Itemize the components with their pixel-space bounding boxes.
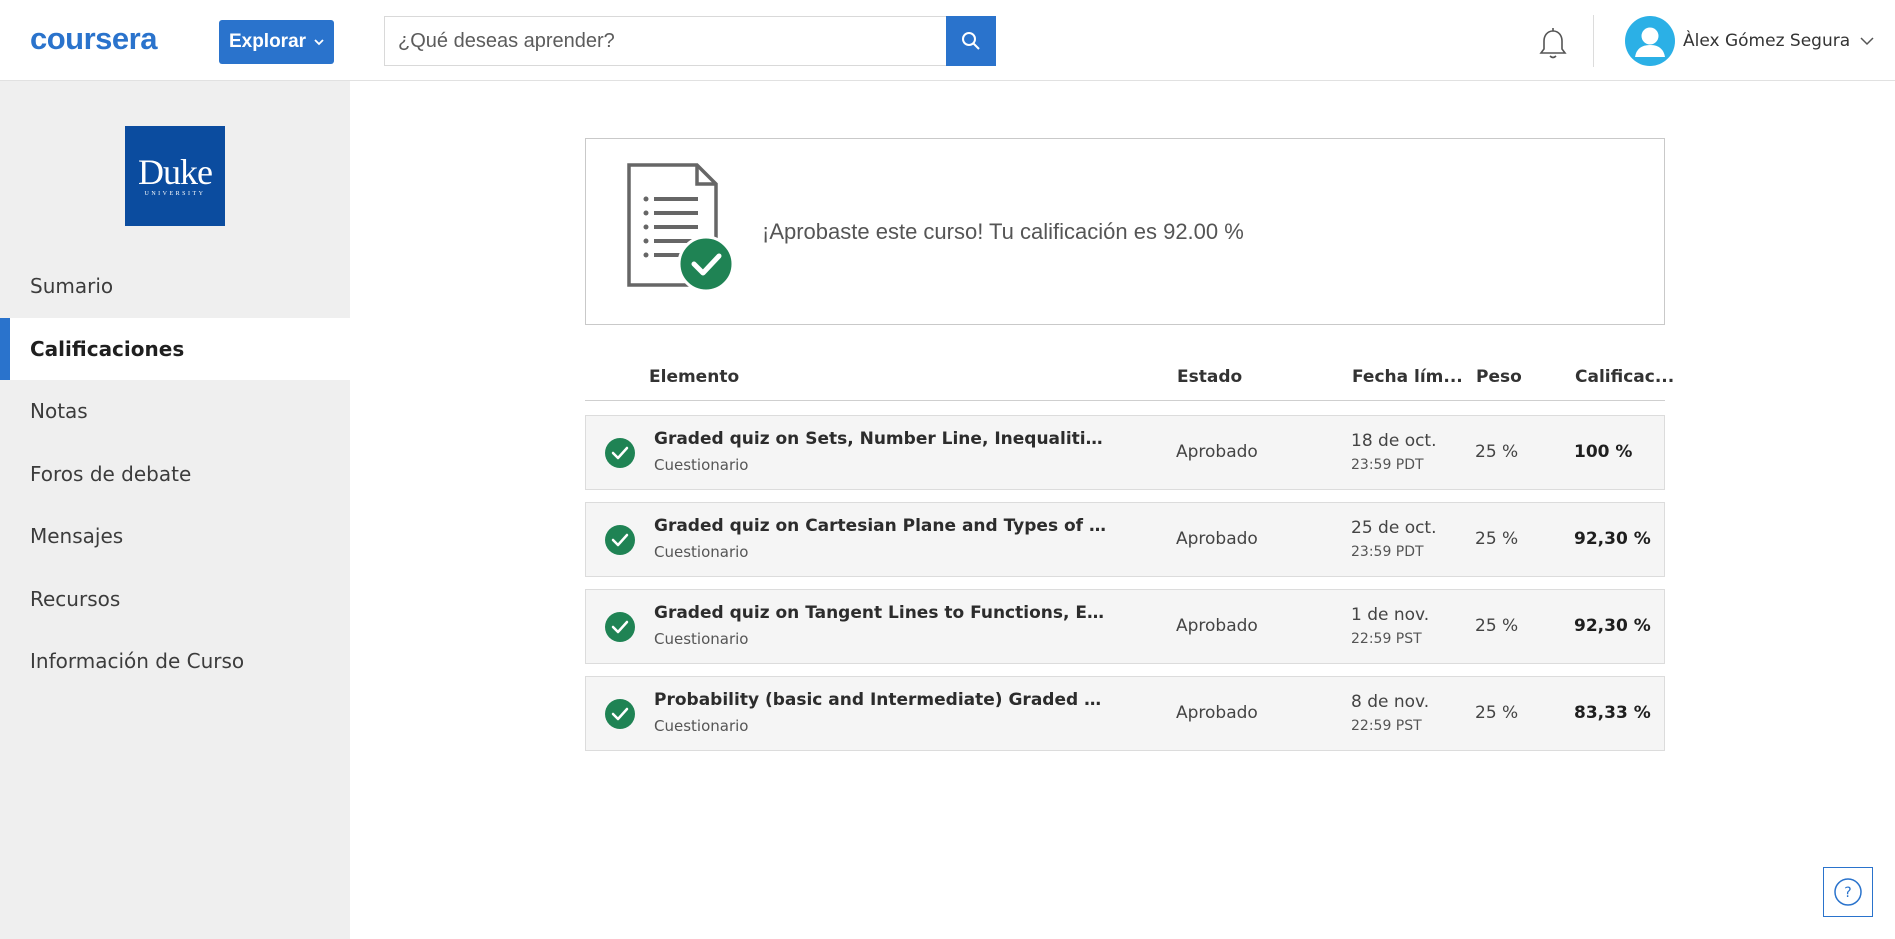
item-status: Aprobado xyxy=(1176,529,1258,549)
sidebar-item-label: Foros de debate xyxy=(30,461,192,486)
user-menu[interactable]: Àlex Gómez Segura xyxy=(1625,15,1874,67)
course-passed-message: ¡Aprobaste este curso! Tu calificación e… xyxy=(762,219,1244,244)
item-due-date: 25 de oct. xyxy=(1351,518,1437,538)
item-due-date: 8 de nov. xyxy=(1351,692,1430,712)
question-icon: ? xyxy=(1834,878,1862,906)
sidebar-item-calificaciones[interactable]: Calificaciones xyxy=(0,317,350,380)
sidebar-item-label: Mensajes xyxy=(30,524,124,549)
item-grade: 100 % xyxy=(1574,442,1633,462)
item-status: Aprobado xyxy=(1176,703,1258,723)
search-icon xyxy=(962,32,980,50)
table-row[interactable]: Graded quiz on Sets, Number Line, Inequa… xyxy=(585,415,1665,490)
item-grade: 83,33 % xyxy=(1574,703,1651,723)
sidebar-item-sumario[interactable]: Sumario xyxy=(0,255,350,318)
item-weight: 25 % xyxy=(1475,703,1519,723)
item-weight: 25 % xyxy=(1475,442,1519,462)
column-header-grade[interactable]: Calificac... xyxy=(1575,367,1674,387)
sidebar-item-label: Notas xyxy=(30,399,88,424)
column-header-due[interactable]: Fecha lím... xyxy=(1352,367,1463,387)
item-grade: 92,30 % xyxy=(1574,616,1651,636)
table-row[interactable]: Probability (basic and Intermediate) Gra… xyxy=(585,676,1665,751)
search-box xyxy=(384,16,996,66)
item-due-date: 18 de oct. xyxy=(1351,431,1437,451)
item-grade: 92,30 % xyxy=(1574,529,1651,549)
coursera-logo[interactable]: coursera xyxy=(30,24,190,56)
help-button[interactable]: ? xyxy=(1823,867,1873,917)
item-status: Aprobado xyxy=(1176,442,1258,462)
top-navigation-bar: coursera Explorar Àlex Gómez Segura xyxy=(0,0,1895,81)
passed-check-icon xyxy=(605,612,635,642)
explore-label: Explorar xyxy=(228,31,307,52)
grades-table-header: Elemento Estado Fecha lím... Peso Califi… xyxy=(585,358,1674,401)
sidebar-item-foros[interactable]: Foros de debate xyxy=(0,443,350,506)
course-sidebar: Duke UNIVERSITY Sumario Calificaciones N… xyxy=(0,81,350,939)
university-logo[interactable]: Duke UNIVERSITY xyxy=(125,126,225,226)
table-row[interactable]: Graded quiz on Cartesian Plane and Types… xyxy=(585,502,1665,577)
column-header-item[interactable]: Elemento xyxy=(649,367,739,387)
item-due-time: 23:59 PDT xyxy=(1351,544,1424,560)
column-header-weight[interactable]: Peso xyxy=(1476,367,1522,387)
item-weight: 25 % xyxy=(1475,529,1519,549)
svg-text:?: ? xyxy=(1844,885,1851,901)
chevron-down-icon xyxy=(314,39,324,46)
sidebar-item-informacion[interactable]: Información de Curso xyxy=(0,630,350,693)
passed-check-icon xyxy=(605,699,635,729)
avatar xyxy=(1625,16,1675,66)
item-due-time: 23:59 PDT xyxy=(1351,457,1424,473)
sidebar-item-recursos[interactable]: Recursos xyxy=(0,568,350,631)
nav-divider xyxy=(1593,15,1594,67)
sidebar-item-label: Calificaciones xyxy=(30,336,185,361)
search-button[interactable] xyxy=(946,16,996,66)
sidebar-nav: Sumario Calificaciones Notas Foros de de… xyxy=(0,255,350,693)
passed-check-icon xyxy=(605,525,635,555)
course-passed-banner: ¡Aprobaste este curso! Tu calificación e… xyxy=(585,138,1665,325)
item-due-time: 22:59 PST xyxy=(1351,718,1422,734)
column-header-status[interactable]: Estado xyxy=(1177,367,1242,387)
sidebar-item-label: Sumario xyxy=(30,274,114,299)
svg-text:coursera: coursera xyxy=(30,24,158,56)
item-title[interactable]: Probability (basic and Intermediate) Gra… xyxy=(654,690,1114,710)
item-due-date: 1 de nov. xyxy=(1351,605,1430,625)
document-check-icon xyxy=(627,163,735,291)
sidebar-item-notas[interactable]: Notas xyxy=(0,380,350,443)
item-due-time: 22:59 PST xyxy=(1351,631,1422,647)
item-status: Aprobado xyxy=(1176,616,1258,636)
sidebar-item-label: Información de Curso xyxy=(30,649,245,674)
sidebar-item-label: Recursos xyxy=(30,586,121,611)
item-type: Cuestionario xyxy=(654,456,749,474)
passed-check-icon xyxy=(605,438,635,468)
sidebar-item-mensajes[interactable]: Mensajes xyxy=(0,505,350,568)
item-title[interactable]: Graded quiz on Sets, Number Line, Inequa… xyxy=(654,429,1114,449)
item-weight: 25 % xyxy=(1475,616,1519,636)
explore-button[interactable]: Explorar xyxy=(219,20,334,64)
table-row[interactable]: Graded quiz on Tangent Lines to Function… xyxy=(585,589,1665,664)
item-type: Cuestionario xyxy=(654,717,749,735)
item-title[interactable]: Graded quiz on Cartesian Plane and Types… xyxy=(654,516,1114,536)
item-type: Cuestionario xyxy=(654,630,749,648)
user-name: Àlex Gómez Segura xyxy=(1683,31,1851,51)
item-type: Cuestionario xyxy=(654,543,749,561)
university-logo-name: Duke xyxy=(138,152,213,192)
search-input[interactable] xyxy=(385,17,996,65)
user-avatar-icon xyxy=(1635,27,1665,57)
chevron-down-icon xyxy=(1860,37,1874,46)
notifications-bell-icon[interactable] xyxy=(1537,27,1569,61)
item-title[interactable]: Graded quiz on Tangent Lines to Function… xyxy=(654,603,1114,623)
